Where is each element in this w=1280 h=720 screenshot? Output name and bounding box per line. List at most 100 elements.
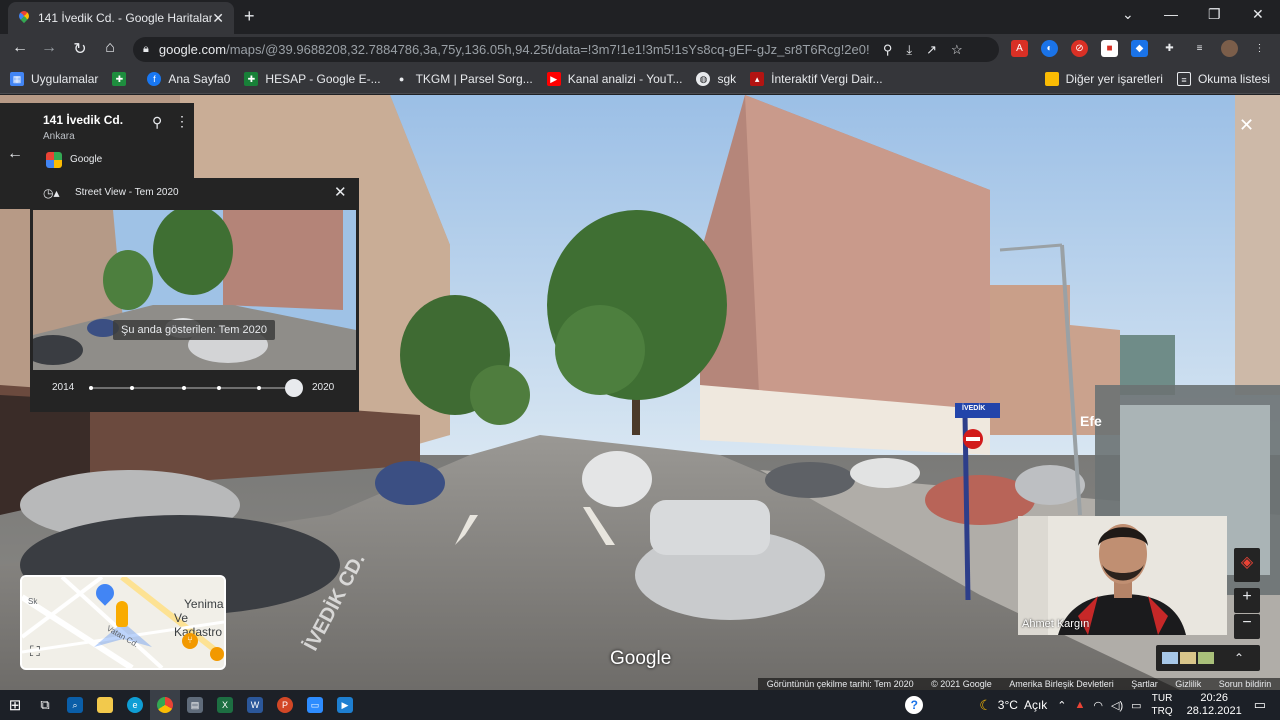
browser-tab-active[interactable]: 141 İvedik Cd. - Google Haritalar ✕	[8, 2, 234, 34]
menu-kebab-icon[interactable]: ⋮	[1251, 40, 1268, 57]
bookmark-reading-list[interactable]: ≡ Okuma listesi	[1176, 71, 1270, 86]
taskbar-edge[interactable]: e	[120, 690, 150, 720]
new-tab-button[interactable]: +	[244, 6, 255, 27]
close-history-icon[interactable]: ✕	[334, 183, 347, 201]
share-icon[interactable]: ↗	[926, 42, 937, 58]
compass-button[interactable]: ◈	[1234, 548, 1260, 582]
notification-icon[interactable]: ▭	[1254, 697, 1266, 713]
expand-up-icon[interactable]: ⌃	[1234, 651, 1244, 665]
url-text[interactable]: google.com/maps/@39.9688208,32.7884786,3…	[159, 42, 869, 57]
history-clock-icon[interactable]: ◷▴	[43, 186, 60, 200]
task-view-button[interactable]: ⧉	[30, 690, 60, 720]
tab-search-icon[interactable]: ⌄	[1122, 6, 1134, 23]
media-control-icon[interactable]: ≡	[1191, 40, 1208, 57]
imagery-thumbnails[interactable]: ⌃	[1156, 645, 1260, 671]
wifi-icon[interactable]: ◠	[1093, 699, 1103, 712]
restaurant-icon-2[interactable]	[210, 647, 224, 661]
extension-red-square-icon[interactable]: ■	[1101, 40, 1118, 57]
location-pin-icon[interactable]: ⚲	[152, 114, 162, 131]
bookmark-green-cross[interactable]: ✚	[112, 71, 133, 86]
address-bar[interactable]: 🔒︎ google.com/maps/@39.9688208,32.788478…	[133, 37, 999, 62]
extension-blue-icon[interactable]: ◐	[1041, 40, 1058, 57]
place-name: 141 İvedik Cd.	[43, 113, 124, 127]
webcam-overlay: Ahmet Kargın	[1018, 516, 1227, 635]
restore-button[interactable]: ❐	[1208, 6, 1221, 23]
help-icon[interactable]: ?	[905, 696, 924, 714]
taskbar-calculator[interactable]: ▤	[180, 690, 210, 720]
home-button[interactable]: ⌂	[100, 39, 120, 57]
thumbnail-street[interactable]	[1180, 652, 1196, 664]
reload-button[interactable]: ↻	[70, 39, 90, 59]
google-maps-logo-icon	[46, 152, 62, 168]
bookmark-star-icon[interactable]: ☆	[951, 42, 963, 58]
tab-strip: 141 İvedik Cd. - Google Haritalar ✕ + ⌄ …	[0, 0, 1280, 34]
tray-app-icon[interactable]: ▲	[1075, 699, 1086, 711]
language-bottom: TRQ	[1151, 706, 1173, 717]
clock[interactable]: 20:26 28.12.2021	[1187, 692, 1242, 718]
timeline-dot[interactable]	[89, 386, 93, 390]
forward-button[interactable]: →	[39, 39, 59, 57]
window-close-button[interactable]: ✕	[1252, 6, 1264, 23]
taskbar-file-explorer[interactable]	[90, 690, 120, 720]
install-icon[interactable]: ⤓	[906, 42, 912, 58]
timeline-dot[interactable]	[216, 386, 221, 390]
pdf-extension-icon[interactable]: A	[1011, 40, 1028, 57]
timeline-selected-handle[interactable]	[285, 379, 303, 397]
zoom-out-button[interactable]: −	[1234, 614, 1260, 639]
bookmark-tkgm[interactable]: ● TKGM | Parsel Sorg...	[395, 72, 533, 86]
bookmark-other-folder[interactable]: Diğer yer işaretleri	[1044, 71, 1163, 86]
thumbnail-park[interactable]	[1198, 652, 1214, 664]
privacy-link[interactable]: Gizlilik	[1175, 679, 1201, 689]
pegman-icon[interactable]	[116, 601, 128, 627]
taskbar-media-player[interactable]: ▶	[330, 690, 360, 720]
taskbar-zoom[interactable]: ▭	[300, 690, 330, 720]
bookmark-apps[interactable]: ▦ Uygulamalar	[10, 71, 98, 86]
battery-icon[interactable]: ▭	[1131, 699, 1141, 712]
terms-link[interactable]: Şartlar	[1131, 679, 1158, 689]
minimize-button[interactable]: —	[1164, 6, 1178, 22]
start-button[interactable]: ⊞	[0, 690, 30, 720]
restaurant-icon[interactable]: ⑂	[182, 633, 198, 649]
task-view-icon: ⧉	[40, 697, 50, 712]
mini-map[interactable]: Yenima Ve Kadastro Vatan Cd. Sk ⑂ ⛶	[20, 575, 226, 670]
bookmark-vergi[interactable]: ▴ İnteraktif Vergi Dair...	[750, 71, 883, 86]
provider-label: Google	[70, 154, 103, 165]
weather-temperature[interactable]: 3°C	[998, 698, 1018, 712]
bookmark-label: Kanal analizi - YouT...	[567, 71, 683, 86]
taskbar-excel[interactable]: X	[210, 690, 240, 720]
show-hidden-icons-chevron-icon[interactable]: ⌃	[1057, 699, 1066, 712]
moon-weather-icon[interactable]: ☾	[979, 697, 992, 714]
bookmark-youtube[interactable]: ▶ Kanal analizi - YouT...	[546, 71, 683, 86]
tab-close-icon[interactable]: ✕	[212, 10, 224, 27]
report-problem-link[interactable]: Sorun bildirin	[1219, 679, 1272, 689]
more-options-icon[interactable]: ⋮	[175, 113, 189, 130]
taskbar-search-app[interactable]: ⌕	[60, 690, 90, 720]
input-language[interactable]: TUR TRQ	[1152, 692, 1173, 718]
taskbar-chrome[interactable]	[150, 690, 180, 720]
bookmarks-bar: ▦ Uygulamalar ✚ f Ana Sayfa0 ✚ HESAP - Goog…	[0, 64, 1280, 94]
close-street-view-icon[interactable]: ✕	[1239, 115, 1254, 136]
extensions-puzzle-icon[interactable]: ✚	[1161, 40, 1178, 57]
volume-icon[interactable]: ◁)	[1111, 699, 1123, 712]
taskbar-powerpoint[interactable]: P	[270, 690, 300, 720]
profile-avatar[interactable]	[1221, 40, 1238, 57]
zoom-in-button[interactable]: +	[1234, 588, 1260, 613]
bookmark-label: İnteraktif Vergi Dair...	[771, 71, 883, 86]
taskbar-word[interactable]: W	[240, 690, 270, 720]
bookmark-hesap[interactable]: ✚ HESAP - Google E-...	[244, 71, 381, 86]
bookmark-sgk[interactable]: ◍ sgk	[696, 71, 736, 86]
timeline-dot[interactable]	[129, 386, 134, 390]
location-icon[interactable]: ⚲	[883, 42, 893, 58]
place-city: Ankara	[43, 131, 75, 142]
history-timeline-slider[interactable]	[89, 379, 303, 397]
google-maps-favicon-icon	[18, 11, 30, 25]
thumbnail-sky[interactable]	[1162, 652, 1178, 664]
expand-map-icon[interactable]: ⛶	[30, 643, 40, 660]
adblock-extension-icon[interactable]: ⊘	[1071, 40, 1088, 57]
back-to-map-button[interactable]: ←	[0, 103, 30, 209]
country-link[interactable]: Amerika Birleşik Devletleri	[1009, 679, 1114, 689]
weather-description[interactable]: Açık	[1024, 698, 1047, 712]
bookmark-facebook[interactable]: f Ana Sayfa0	[147, 71, 230, 86]
back-button[interactable]: ←	[10, 39, 30, 57]
extension-shield-icon[interactable]: ◆	[1131, 40, 1148, 57]
